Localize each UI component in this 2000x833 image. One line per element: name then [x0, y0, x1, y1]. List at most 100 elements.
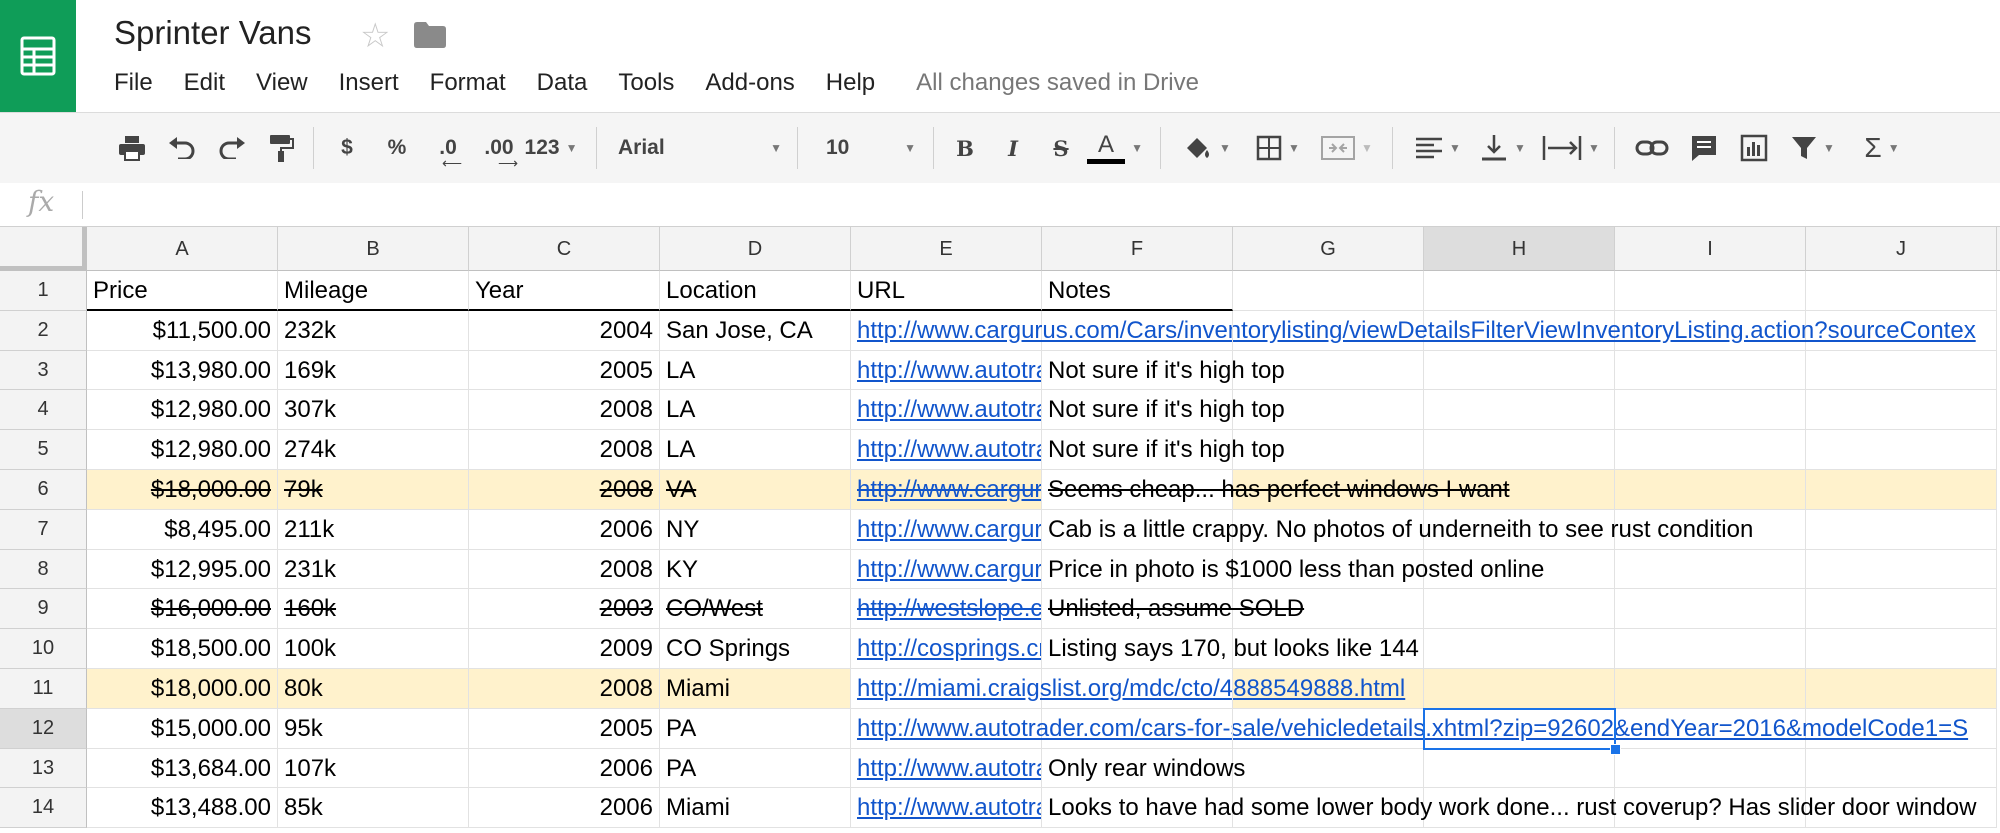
mileage-cell[interactable]: 274k	[278, 430, 469, 470]
empty-cell[interactable]	[1806, 589, 1997, 630]
empty-cell[interactable]	[1806, 271, 1997, 311]
price-cell[interactable]: $18,000.00	[87, 669, 278, 709]
location-cell[interactable]: PA	[660, 748, 851, 789]
price-cell[interactable]: $15,000.00	[87, 708, 278, 749]
row-header[interactable]: 2	[0, 310, 87, 351]
column-title-cell[interactable]: Year	[469, 271, 660, 311]
price-cell[interactable]: $16,000.00	[87, 589, 278, 630]
sheets-logo-icon[interactable]	[0, 0, 76, 112]
empty-cell[interactable]	[1806, 669, 1997, 709]
empty-cell[interactable]	[1424, 669, 1615, 709]
price-cell[interactable]: $18,500.00	[87, 629, 278, 669]
functions-button[interactable]: Σ ▼	[1854, 113, 1910, 183]
url-cell[interactable]: http://www.autotrader.com	[851, 390, 1042, 431]
text-wrapping-button[interactable]: ▼	[1540, 113, 1602, 183]
menu-addons[interactable]: Add-ons	[705, 69, 794, 97]
price-cell[interactable]: $13,684.00	[87, 748, 278, 789]
notes-cell[interactable]	[1042, 669, 1233, 709]
column-header-g[interactable]: G	[1233, 227, 1424, 271]
row-header[interactable]: 3	[0, 350, 87, 391]
location-cell[interactable]: CO Springs	[660, 629, 851, 669]
menu-data[interactable]: Data	[537, 69, 588, 97]
row-header[interactable]: 8	[0, 549, 87, 590]
merge-cells-button[interactable]: ▼	[1318, 113, 1376, 183]
mileage-cell[interactable]: 107k	[278, 748, 469, 789]
menu-format[interactable]: Format	[430, 69, 506, 97]
insert-link-icon[interactable]	[1632, 113, 1672, 183]
price-cell[interactable]: $12,995.00	[87, 549, 278, 590]
empty-cell[interactable]	[1424, 350, 1615, 391]
strikethrough-button[interactable]: S	[1046, 113, 1076, 183]
column-header-b[interactable]: B	[278, 227, 469, 271]
empty-cell[interactable]	[1615, 470, 1806, 510]
column-title-cell[interactable]: Location	[660, 271, 851, 311]
price-cell[interactable]: $11,500.00	[87, 310, 278, 351]
location-cell[interactable]: Miami	[660, 669, 851, 709]
price-cell[interactable]: $12,980.00	[87, 430, 278, 470]
empty-cell[interactable]	[1615, 589, 1806, 630]
row-header[interactable]: 6	[0, 470, 87, 510]
column-header-c[interactable]: C	[469, 227, 660, 271]
url-cell[interactable]: http://www.cargurus.com	[851, 509, 1042, 550]
location-cell[interactable]: VA	[660, 470, 851, 510]
year-cell[interactable]: 2006	[469, 509, 660, 550]
notes-cell[interactable]: Not sure if it's high top	[1042, 390, 1285, 431]
price-cell[interactable]: $18,000.00	[87, 470, 278, 510]
empty-cell[interactable]	[1424, 390, 1615, 431]
year-cell[interactable]: 2009	[469, 629, 660, 669]
empty-cell[interactable]	[1615, 669, 1806, 709]
percent-format-button[interactable]: %	[382, 113, 412, 183]
empty-cell[interactable]	[1615, 629, 1806, 669]
price-cell[interactable]: $8,495.00	[87, 509, 278, 550]
url-cell[interactable]: http://miami.craigslist.org/mdc/cto/4888…	[851, 669, 1405, 709]
empty-cell[interactable]	[1806, 748, 1997, 789]
location-cell[interactable]: LA	[660, 350, 851, 391]
year-cell[interactable]: 2008	[469, 470, 660, 510]
fill-color-button[interactable]: ▼	[1178, 113, 1236, 183]
empty-cell[interactable]	[1424, 629, 1615, 669]
select-all-corner[interactable]	[0, 227, 87, 271]
row-header[interactable]: 5	[0, 430, 87, 470]
spreadsheet-grid[interactable]: A B C D E F G H I J 1 Price Mileage Year Location URL No…	[0, 227, 2000, 833]
print-icon[interactable]	[114, 113, 150, 183]
year-cell[interactable]: 2008	[469, 390, 660, 431]
empty-cell[interactable]	[1806, 549, 1997, 590]
year-cell[interactable]: 2003	[469, 589, 660, 630]
vertical-align-button[interactable]: ▼	[1474, 113, 1532, 183]
empty-cell[interactable]	[1424, 589, 1615, 630]
formula-input[interactable]	[90, 183, 1990, 226]
url-cell[interactable]: http://cosprings.craigslist.org	[851, 629, 1042, 669]
empty-cell[interactable]	[1424, 430, 1615, 470]
price-cell[interactable]: $13,980.00	[87, 350, 278, 391]
location-cell[interactable]: KY	[660, 549, 851, 590]
location-cell[interactable]: CO/West	[660, 589, 851, 630]
notes-cell[interactable]: Listing says 170, but looks like 144	[1042, 629, 1419, 669]
row-header[interactable]: 13	[0, 748, 87, 789]
empty-cell[interactable]	[1806, 350, 1997, 391]
url-cell[interactable]: http://www.autotrader.com	[851, 788, 1042, 829]
paint-format-icon[interactable]	[264, 113, 300, 183]
menu-view[interactable]: View	[256, 69, 308, 97]
url-cell[interactable]: http://www.autotrader.com	[851, 748, 1042, 789]
document-title[interactable]: Sprinter Vans	[114, 14, 311, 52]
column-title-cell[interactable]: Mileage	[278, 271, 469, 311]
mileage-cell[interactable]: 160k	[278, 589, 469, 630]
mileage-cell[interactable]: 79k	[278, 470, 469, 510]
empty-cell[interactable]	[1806, 629, 1997, 669]
notes-cell[interactable]	[1042, 708, 1233, 749]
menu-tools[interactable]: Tools	[618, 69, 674, 97]
location-cell[interactable]: LA	[660, 390, 851, 431]
borders-button[interactable]: ▼	[1250, 113, 1306, 183]
mileage-cell[interactable]: 80k	[278, 669, 469, 709]
column-header-j[interactable]: J	[1806, 227, 1997, 271]
column-title-cell[interactable]: Notes	[1042, 271, 1233, 311]
column-title-cell[interactable]: URL	[851, 271, 1042, 311]
mileage-cell[interactable]: 169k	[278, 350, 469, 391]
text-color-button[interactable]: A ▼	[1087, 113, 1143, 183]
font-family-dropdown[interactable]: Arial ▼	[612, 113, 782, 183]
location-cell[interactable]: NY	[660, 509, 851, 550]
column-header-e[interactable]: E	[851, 227, 1042, 271]
fill-handle[interactable]	[1610, 743, 1621, 755]
horizontal-align-button[interactable]: ▼	[1410, 113, 1466, 183]
notes-cell[interactable]: Seems cheap... has perfect windows I wan…	[1042, 470, 1510, 510]
